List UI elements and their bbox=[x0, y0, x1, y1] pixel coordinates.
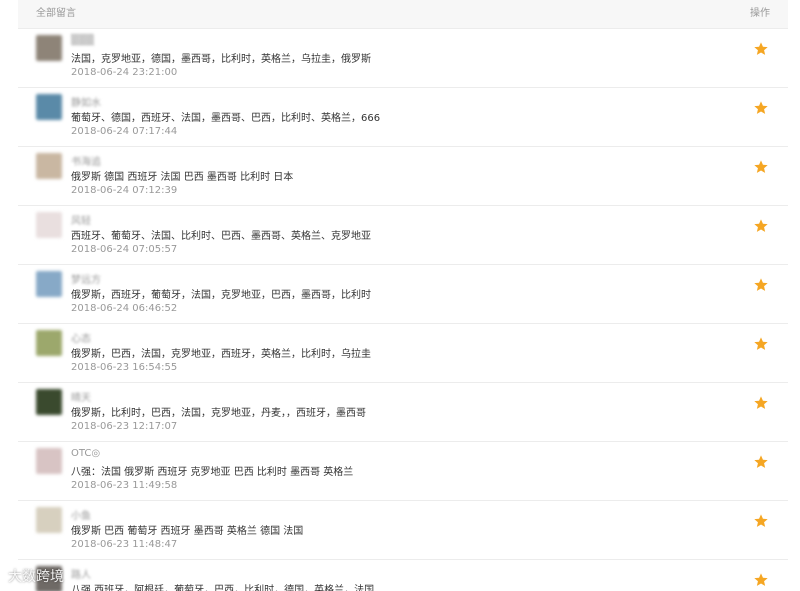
star-icon[interactable] bbox=[753, 41, 769, 57]
avatar[interactable] bbox=[36, 389, 62, 415]
star-icon[interactable] bbox=[753, 159, 769, 175]
comment-username[interactable]: 路人 bbox=[71, 566, 91, 581]
avatar[interactable] bbox=[36, 212, 62, 238]
comment-timestamp: 2018-06-24 07:05:57 bbox=[71, 244, 178, 255]
comment-username[interactable]: 晴天 bbox=[71, 389, 91, 404]
comment-timestamp: 2018-06-23 11:48:47 bbox=[71, 539, 178, 550]
star-icon[interactable] bbox=[753, 277, 769, 293]
comment-timestamp: 2018-06-24 07:17:44 bbox=[71, 126, 178, 137]
avatar[interactable] bbox=[36, 330, 62, 356]
comment-row: 风轻西班牙、葡萄牙、法国、比利时、巴西、墨西哥、英格兰、克罗地亚 2018-06-… bbox=[18, 206, 788, 265]
comment-username[interactable]: 书海追 bbox=[71, 153, 101, 168]
comment-timestamp: 2018-06-24 23:21:00 bbox=[71, 67, 178, 78]
comment-username[interactable]: 小鱼 bbox=[71, 507, 91, 522]
comment-row: 书海追俄罗斯 德国 西班牙 法国 巴西 墨西哥 比利时 日本 2018-06-24… bbox=[18, 147, 788, 206]
comment-row: 静如水葡萄牙、德国，西班牙、法国，墨西哥、巴西，比利时、英格兰，666 2018-… bbox=[18, 88, 788, 147]
comment-content: 俄罗斯 德国 西班牙 法国 巴西 墨西哥 比利时 日本 bbox=[71, 172, 294, 183]
comment-timestamp: 2018-06-23 12:17:07 bbox=[71, 421, 178, 432]
comment-username[interactable]: OTC◎ bbox=[71, 448, 100, 459]
star-icon[interactable] bbox=[753, 218, 769, 234]
star-icon[interactable] bbox=[753, 395, 769, 411]
comment-list: ▒▒▒ 法国，克罗地亚，德国，墨西哥，比利时，英格兰，乌拉圭，俄罗斯 2018-06… bbox=[18, 29, 788, 591]
comment-row: 小鱼俄罗斯 巴西 葡萄牙 西班牙 墨西哥 英格兰 德国 法国 2018-06-23… bbox=[18, 501, 788, 560]
comment-content: 西班牙、葡萄牙、法国、比利时、巴西、墨西哥、英格兰、克罗地亚 bbox=[71, 231, 371, 242]
star-icon[interactable] bbox=[753, 336, 769, 352]
comment-content: 八强 西班牙，阿根廷，葡萄牙，巴西，比利时，德国，英格兰，法国 bbox=[71, 585, 375, 591]
comment-content: 俄罗斯 巴西 葡萄牙 西班牙 墨西哥 英格兰 德国 法国 bbox=[71, 526, 304, 537]
comment-content: 俄罗斯，巴西，法国，克罗地亚，西班牙，英格兰，比利时，乌拉圭 bbox=[71, 349, 371, 360]
avatar[interactable] bbox=[36, 448, 62, 474]
avatar[interactable] bbox=[36, 507, 62, 533]
comment-row: 晴天俄罗斯，比利时，巴西，法国，克罗地亚，丹麦，，西班牙，墨西哥 2018-06-… bbox=[18, 383, 788, 442]
comment-username[interactable]: 静如水 bbox=[71, 94, 101, 109]
avatar[interactable] bbox=[36, 153, 62, 179]
header-title: 全部留言 bbox=[36, 8, 76, 19]
avatar[interactable] bbox=[36, 94, 62, 120]
avatar[interactable] bbox=[36, 35, 62, 61]
comment-username[interactable]: 心态 bbox=[71, 330, 91, 345]
comment-row: 梦远方俄罗斯，西班牙，葡萄牙，法国，克罗地亚，巴西，墨西哥，比利时 2018-06… bbox=[18, 265, 788, 324]
comment-username[interactable]: ▒▒▒ bbox=[71, 35, 94, 46]
comment-content: 俄罗斯，比利时，巴西，法国，克罗地亚，丹麦，，西班牙，墨西哥 bbox=[71, 408, 366, 419]
comment-content: 法国，克罗地亚，德国，墨西哥，比利时，英格兰，乌拉圭，俄罗斯 bbox=[71, 54, 371, 65]
comment-timestamp: 2018-06-24 07:12:39 bbox=[71, 185, 178, 196]
comment-row: ▒▒▒ 法国，克罗地亚，德国，墨西哥，比利时，英格兰，乌拉圭，俄罗斯 2018-06… bbox=[18, 29, 788, 88]
comment-row: 路人八强 西班牙，阿根廷，葡萄牙，巴西，比利时，德国，英格兰，法国 bbox=[18, 560, 788, 591]
comment-username[interactable]: 风轻 bbox=[71, 212, 91, 227]
comment-content: 俄罗斯，西班牙，葡萄牙，法国，克罗地亚，巴西，墨西哥，比利时 bbox=[71, 290, 371, 301]
list-header: 全部留言 操作 bbox=[18, 0, 788, 29]
watermark: 大数跨境 bbox=[8, 569, 64, 585]
comment-timestamp: 2018-06-24 06:46:52 bbox=[71, 303, 178, 314]
comments-panel: 全部留言 操作 ▒▒▒ 法国，克罗地亚，德国，墨西哥，比利时，英格兰，乌拉圭，俄罗… bbox=[0, 0, 800, 591]
comment-timestamp: 2018-06-23 11:49:58 bbox=[71, 480, 178, 491]
comment-row: OTC◎ 八强：法国 俄罗斯 西班牙 克罗地亚 巴西 比利时 墨西哥 英格兰 201… bbox=[18, 442, 788, 501]
star-icon[interactable] bbox=[753, 572, 769, 588]
comment-timestamp: 2018-06-23 16:54:55 bbox=[71, 362, 178, 373]
comment-content: 八强：法国 俄罗斯 西班牙 克罗地亚 巴西 比利时 墨西哥 英格兰 bbox=[71, 467, 354, 478]
comment-row: 心态俄罗斯，巴西，法国，克罗地亚，西班牙，英格兰，比利时，乌拉圭 2018-06-… bbox=[18, 324, 788, 383]
star-icon[interactable] bbox=[753, 100, 769, 116]
header-action-label: 操作 bbox=[750, 8, 770, 19]
star-icon[interactable] bbox=[753, 513, 769, 529]
comment-content: 葡萄牙、德国，西班牙、法国，墨西哥、巴西，比利时、英格兰，666 bbox=[71, 113, 381, 124]
comment-username[interactable]: 梦远方 bbox=[71, 271, 101, 286]
star-icon[interactable] bbox=[753, 454, 769, 470]
avatar[interactable] bbox=[36, 271, 62, 297]
